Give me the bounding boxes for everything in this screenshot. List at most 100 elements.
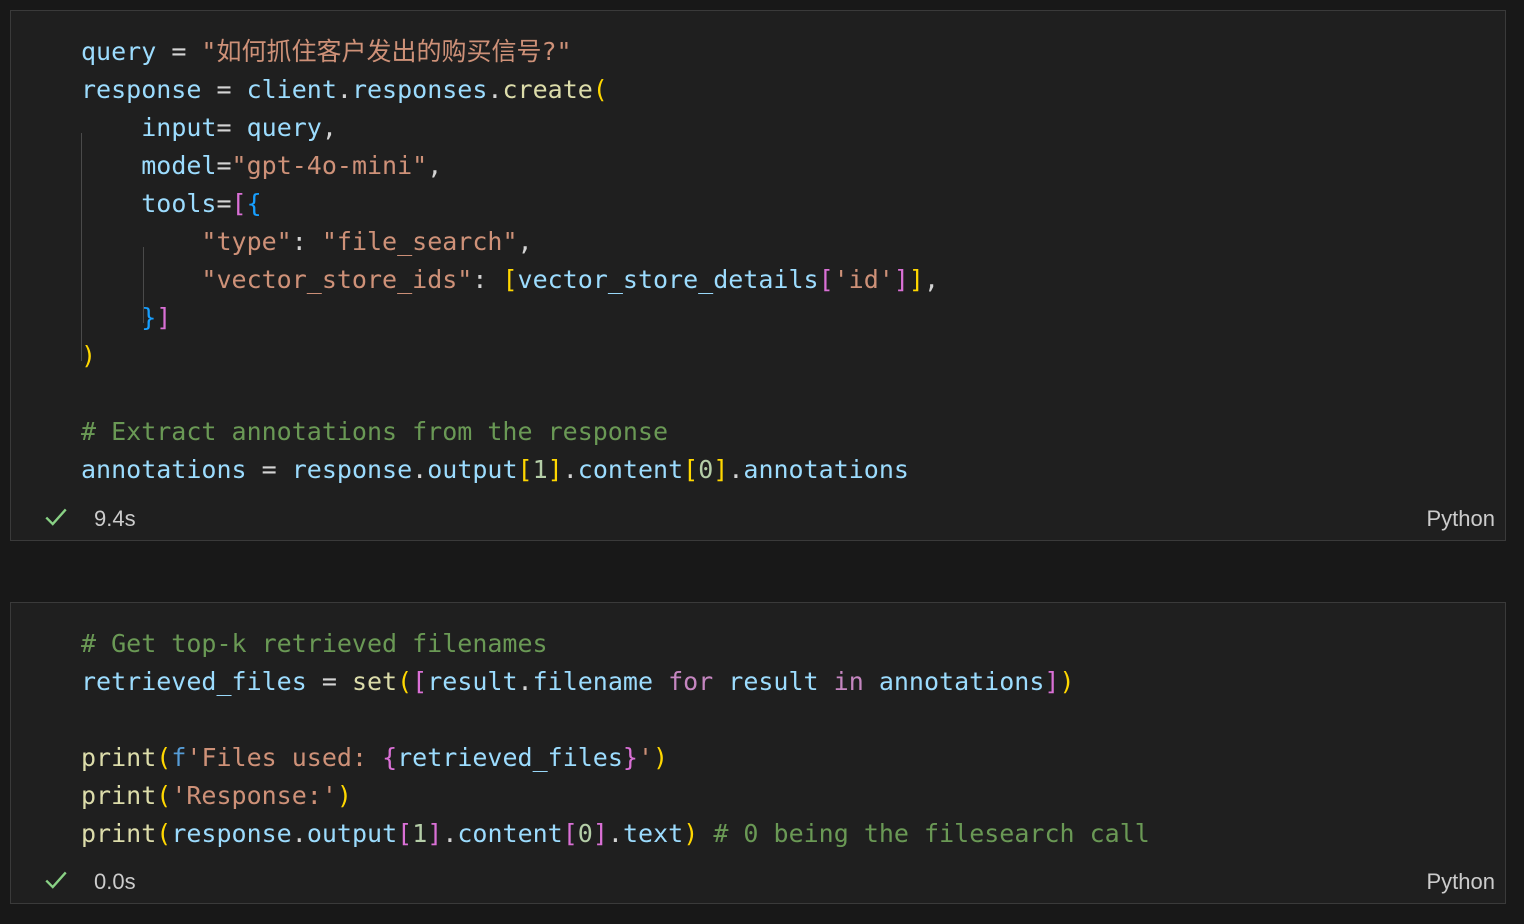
code-token: . xyxy=(517,667,533,696)
code-token: , xyxy=(321,113,337,142)
execution-time: 0.0s xyxy=(94,869,136,894)
code-editor[interactable]: # Get top-k retrieved filenames retrieved… xyxy=(81,625,1150,853)
cell-language[interactable]: Python xyxy=(1427,869,1496,895)
check-icon xyxy=(45,871,67,889)
code-token: , xyxy=(427,151,443,180)
code-token: [ xyxy=(818,265,834,294)
code-token: . xyxy=(728,455,744,484)
code-token: ] xyxy=(713,455,729,484)
code-line[interactable]: print(f'Files used: {retrieved_files}') xyxy=(81,739,1150,777)
code-token: f xyxy=(171,743,187,772)
code-token: ) xyxy=(1059,667,1075,696)
code-line[interactable]: response = client.responses.create( xyxy=(81,71,939,109)
code-line[interactable]: query = "如何抓住客户发出的购买信号?" xyxy=(81,33,939,71)
code-token: = xyxy=(216,113,247,142)
code-line[interactable]: ) xyxy=(81,337,939,375)
code-token: ( xyxy=(156,819,172,848)
code-token: = xyxy=(216,189,232,218)
code-line[interactable]: "type": "file_search", xyxy=(81,223,939,261)
code-token: [ xyxy=(683,455,699,484)
code-token: "如何抓住客户发出的购买信号?" xyxy=(201,37,572,66)
code-line[interactable]: # Extract annotations from the response xyxy=(81,413,939,451)
code-token: "vector_store_ids" xyxy=(201,265,473,294)
code-token: annotations xyxy=(743,455,909,484)
code-token: . xyxy=(442,819,458,848)
code-token: filename xyxy=(532,667,654,696)
code-line[interactable]: tools=[{ xyxy=(81,185,939,223)
code-line[interactable]: model="gpt-4o-mini", xyxy=(81,147,939,185)
code-token: set xyxy=(351,667,398,696)
code-token: content xyxy=(577,455,684,484)
code-token: model xyxy=(141,151,217,180)
code-token: [ xyxy=(231,189,247,218)
code-token: ( xyxy=(156,781,172,810)
code-token: . xyxy=(336,75,352,104)
code-token: 1 xyxy=(412,819,428,848)
code-line[interactable] xyxy=(81,701,1150,739)
code-line[interactable]: annotations = response.output[1].content… xyxy=(81,451,939,489)
code-line[interactable]: "vector_store_ids": [vector_store_detail… xyxy=(81,261,939,299)
indent-guide xyxy=(81,133,82,361)
code-token: 0 xyxy=(577,819,593,848)
code-line[interactable]: print('Response:') xyxy=(81,777,1150,815)
code-token: = xyxy=(246,455,292,484)
code-token: ) xyxy=(653,743,669,772)
code-token: # Extract annotations from the response xyxy=(81,417,668,446)
code-line[interactable] xyxy=(81,375,939,413)
code-token: 1 xyxy=(532,455,548,484)
code-token: ) xyxy=(683,819,699,848)
code-token: . xyxy=(487,75,503,104)
code-token: create xyxy=(502,75,593,104)
code-token: output xyxy=(306,819,398,848)
code-token: 0 xyxy=(698,455,714,484)
code-cell-2[interactable]: # Get top-k retrieved filenames retrieved… xyxy=(10,602,1506,904)
code-line[interactable]: }] xyxy=(81,299,939,337)
code-token: 'Files used: xyxy=(186,743,383,772)
code-token: content xyxy=(457,819,563,848)
code-token: ) xyxy=(81,341,97,370)
execution-time: 9.4s xyxy=(94,506,136,531)
code-token: retrieved_files xyxy=(81,667,307,696)
code-token: [ xyxy=(412,667,428,696)
code-line[interactable]: retrieved_files = set([result.filename f… xyxy=(81,663,1150,701)
code-token: } xyxy=(622,743,638,772)
code-token: client xyxy=(246,75,337,104)
code-token: ( xyxy=(592,75,608,104)
code-token: responses xyxy=(351,75,488,104)
code-token: input xyxy=(141,113,217,142)
code-token: = xyxy=(201,75,247,104)
code-token: query xyxy=(246,113,322,142)
code-line[interactable]: # Get top-k retrieved filenames xyxy=(81,625,1150,663)
code-token: ] xyxy=(427,819,443,848)
code-token: . xyxy=(291,819,307,848)
code-token: : xyxy=(472,265,503,294)
code-token: ) xyxy=(336,781,352,810)
code-token: tools xyxy=(141,189,217,218)
code-token: retrieved_files xyxy=(397,743,623,772)
code-token: # Get top-k retrieved filenames xyxy=(81,629,548,658)
code-line[interactable]: input= query, xyxy=(81,109,939,147)
code-cell-1[interactable]: query = "如何抓住客户发出的购买信号?" response = clien… xyxy=(10,10,1506,541)
code-token: in xyxy=(818,667,879,696)
cell-status-bar: 0.0s Python xyxy=(11,863,1505,903)
cell-status-bar: 9.4s Python xyxy=(11,500,1505,540)
code-token: annotations xyxy=(81,455,247,484)
code-token: ] xyxy=(1044,667,1060,696)
code-token: response xyxy=(291,455,413,484)
code-token: [ xyxy=(517,455,533,484)
code-token: { xyxy=(382,743,398,772)
code-line[interactable]: print(response.output[1].content[0].text… xyxy=(81,815,1150,853)
cell-language[interactable]: Python xyxy=(1427,506,1496,532)
code-token: . xyxy=(412,455,428,484)
code-token: , xyxy=(517,227,533,256)
code-token: print xyxy=(81,819,157,848)
code-editor[interactable]: query = "如何抓住客户发出的购买信号?" response = clien… xyxy=(81,33,939,489)
code-token: = xyxy=(306,667,352,696)
code-token: ] xyxy=(547,455,563,484)
code-token: ] xyxy=(893,265,909,294)
